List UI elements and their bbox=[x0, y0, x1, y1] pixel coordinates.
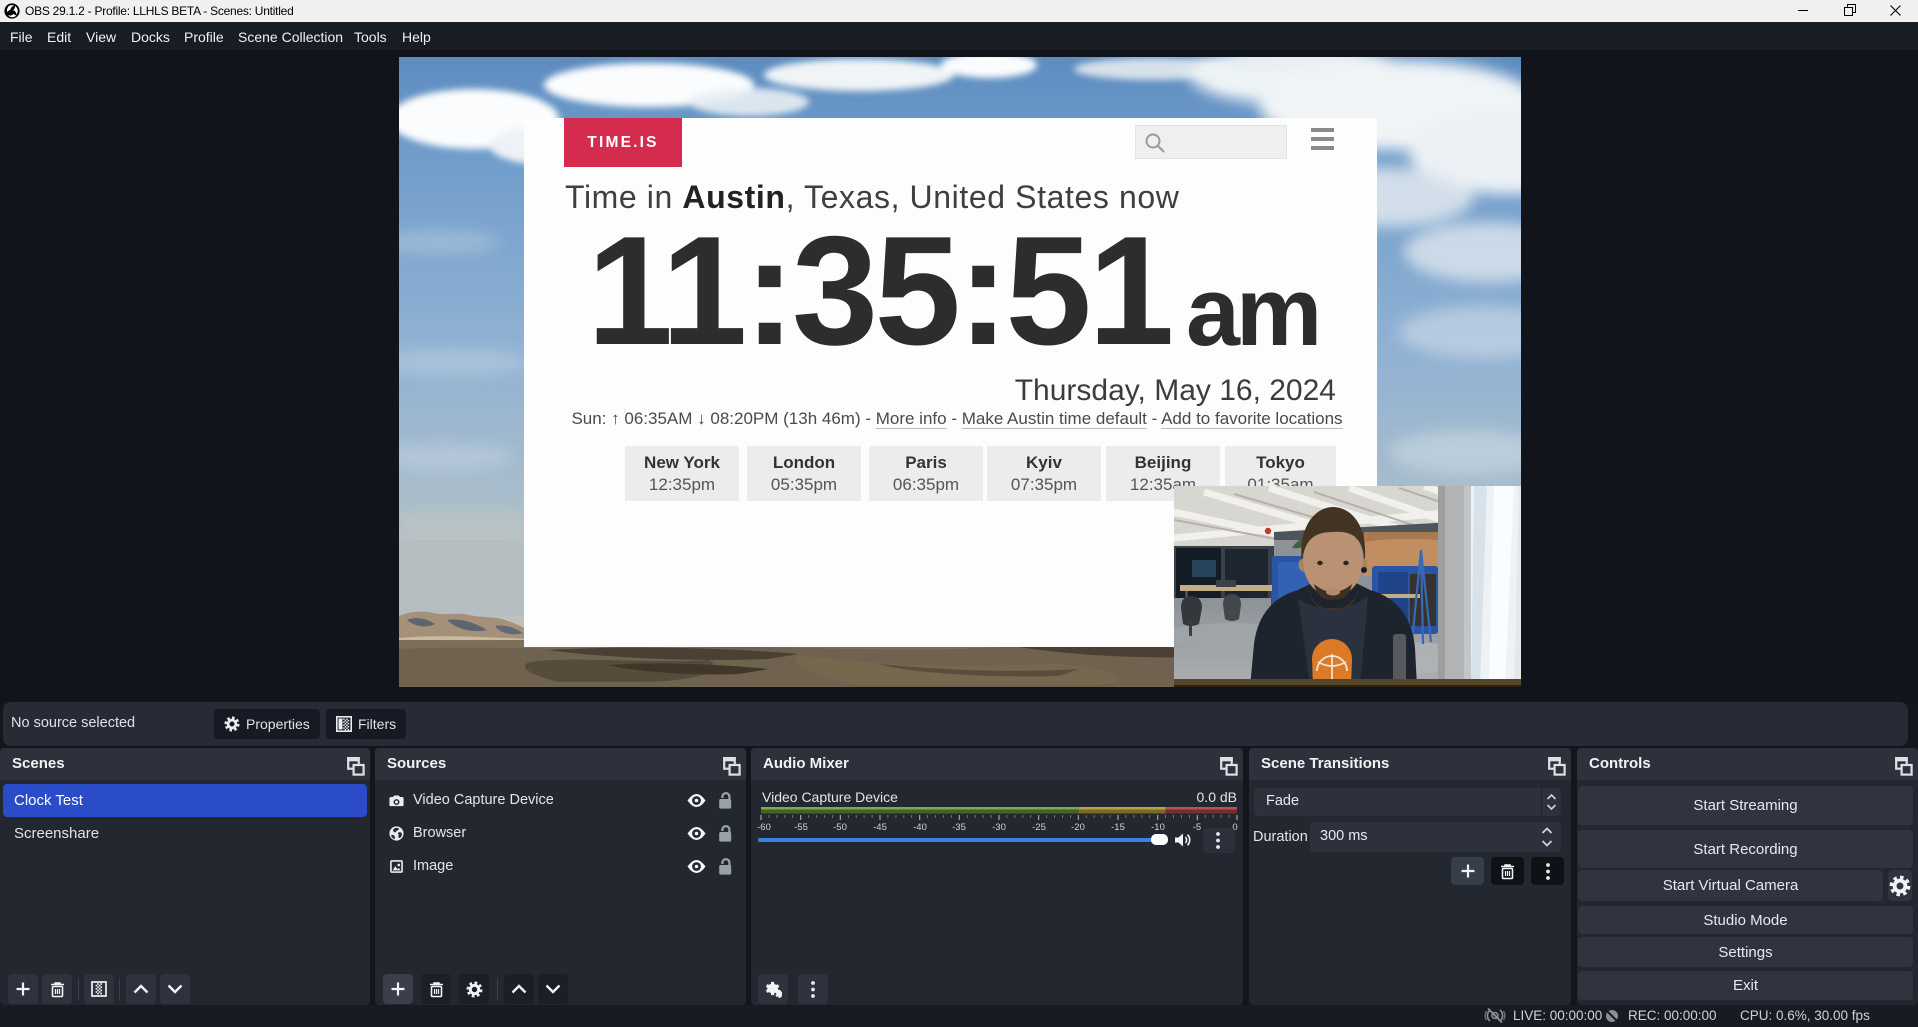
svg-text:-55: -55 bbox=[794, 822, 808, 833]
svg-text:-35: -35 bbox=[952, 822, 966, 833]
svg-text:-60: -60 bbox=[757, 822, 771, 833]
svg-text:-40: -40 bbox=[913, 822, 927, 833]
svg-text:-50: -50 bbox=[833, 822, 847, 833]
svg-text:-20: -20 bbox=[1071, 822, 1085, 833]
svg-text:-30: -30 bbox=[992, 822, 1006, 833]
svg-text:-5: -5 bbox=[1193, 822, 1201, 833]
svg-text:-15: -15 bbox=[1111, 822, 1125, 833]
svg-text:-10: -10 bbox=[1151, 822, 1165, 833]
svg-text:-45: -45 bbox=[873, 822, 887, 833]
svg-text:-25: -25 bbox=[1032, 822, 1046, 833]
